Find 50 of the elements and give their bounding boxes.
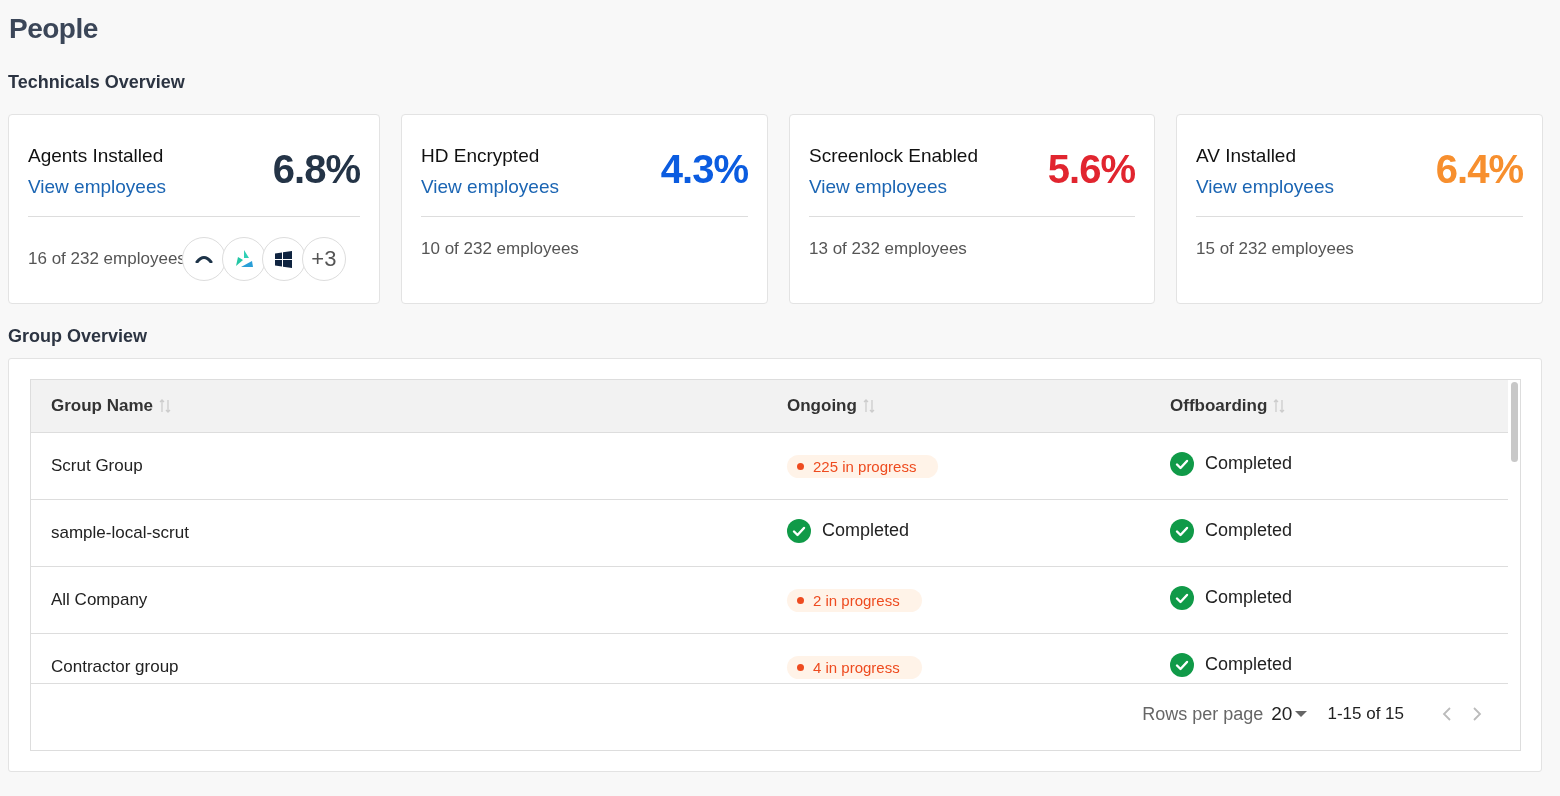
metric-title: HD Encrypted xyxy=(421,145,541,167)
sort-icon[interactable] xyxy=(1273,398,1286,414)
metric-value: 6.4% xyxy=(1435,147,1523,193)
page-range: 1-15 of 15 xyxy=(1327,704,1404,724)
completed-status: Completed xyxy=(1170,451,1293,476)
employee-count: 15 of 232 employees xyxy=(1196,239,1354,259)
more-count: +3 xyxy=(301,237,346,281)
view-employees-link[interactable]: View employees xyxy=(28,176,166,198)
completed-status: Completed xyxy=(1170,652,1293,677)
section-heading: Group Overview xyxy=(8,326,148,347)
column-header[interactable]: Ongoing xyxy=(787,396,857,416)
view-employees-link[interactable]: View employees xyxy=(1196,176,1334,198)
rows-per-page-select[interactable]: 20 xyxy=(1271,703,1308,725)
rows-per-page-label: Rows per page xyxy=(1142,703,1264,725)
progress-badge: 2 in progress xyxy=(787,588,922,612)
column-header[interactable]: Group Name xyxy=(51,396,154,416)
view-employees-link[interactable]: View employees xyxy=(809,176,947,198)
employee-count: 16 of 232 employees xyxy=(28,249,186,269)
check-circle-icon xyxy=(1170,585,1194,610)
check-circle-icon xyxy=(787,518,811,543)
column-header[interactable]: Offboarding xyxy=(1170,396,1268,416)
triangle-logo-icon xyxy=(221,237,266,281)
window-grid-icon xyxy=(261,237,306,281)
completed-status: Completed xyxy=(1170,518,1293,543)
metric-title: Screenlock Enabled xyxy=(809,145,978,167)
group-name: Scrut Group xyxy=(51,456,143,475)
group-name: Contractor group xyxy=(51,657,179,676)
completed-status: Completed xyxy=(1170,585,1293,610)
employee-count: 10 of 232 employees xyxy=(421,239,579,259)
sort-icon[interactable] xyxy=(862,398,875,414)
metric-title: AV Installed xyxy=(1196,145,1297,167)
progress-badge: 225 in progress xyxy=(787,454,939,478)
page-title: People xyxy=(9,12,99,46)
metric-value: 6.8% xyxy=(272,147,360,193)
group-name: All Company xyxy=(51,590,148,609)
check-circle-icon xyxy=(1170,518,1194,543)
caret-icon[interactable] xyxy=(1295,710,1308,718)
section-heading: Technicals Overview xyxy=(8,72,185,93)
metric-value: 5.6% xyxy=(1047,147,1135,193)
sort-icon[interactable] xyxy=(159,398,172,414)
check-circle-icon xyxy=(1170,451,1194,476)
scrollbar[interactable] xyxy=(1511,382,1518,462)
completed-status: Completed xyxy=(787,518,910,543)
metric-value: 4.3% xyxy=(660,147,748,193)
group-name: sample-local-scrut xyxy=(51,523,189,542)
check-circle-icon xyxy=(1170,652,1194,677)
employee-count: 13 of 232 employees xyxy=(809,239,967,259)
metric-title: Agents Installed xyxy=(28,145,165,167)
view-employees-link[interactable]: View employees xyxy=(421,176,559,198)
progress-badge: 4 in progress xyxy=(787,655,922,679)
